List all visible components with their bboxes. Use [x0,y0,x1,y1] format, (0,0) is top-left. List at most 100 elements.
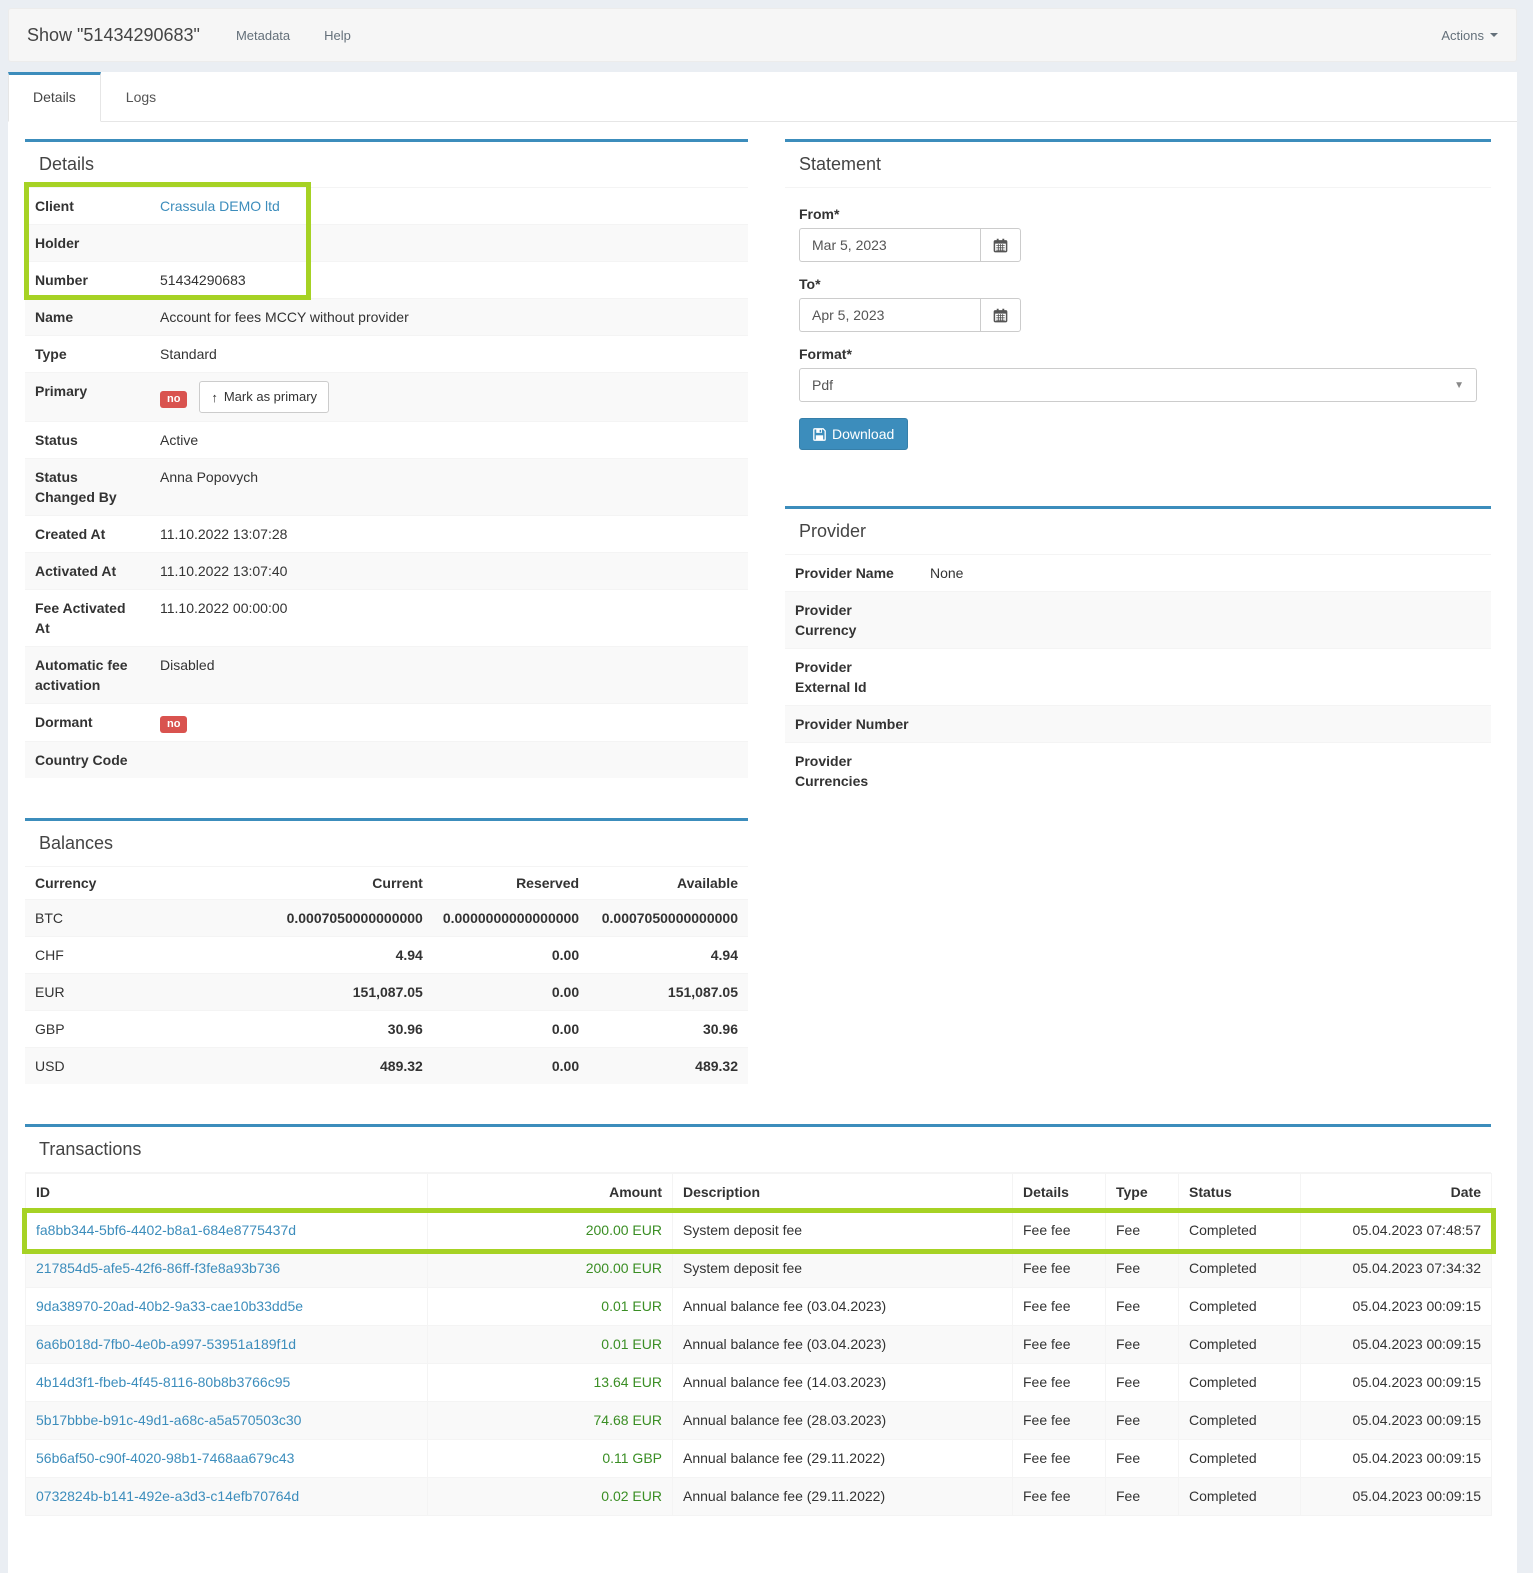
detail-label: Status Changed By [25,459,150,516]
tab-details[interactable]: Details [8,72,101,122]
transaction-status: Completed [1179,1288,1301,1326]
currency-code: EUR [25,974,206,1011]
transaction-amount: 0.02 EUR [428,1478,673,1516]
tab-logs[interactable]: Logs [101,72,181,122]
transaction-status: Completed [1179,1364,1301,1402]
transaction-status: Completed [1179,1250,1301,1288]
table-row: Provider External Id [785,649,1491,706]
detail-label: Country Code [25,742,150,779]
calendar-icon [993,308,1008,323]
column-header: Currency [25,867,206,900]
detail-label: Number [25,262,150,299]
transaction-id-link[interactable]: 56b6af50-c90f-4020-98b1-7468aa679c43 [36,1450,294,1466]
transaction-date: 05.04.2023 00:09:15 [1301,1478,1492,1516]
to-calendar-addon[interactable] [980,298,1021,332]
balance-reserved: 0.00 [433,1011,589,1048]
table-row: Created At 11.10.2022 13:07:28 [25,516,748,553]
table-row: Type Standard [25,336,748,373]
column-header: Details [1013,1174,1106,1212]
download-button[interactable]: Download [799,418,908,450]
to-date-input[interactable] [799,298,980,332]
transaction-details: Fee fee [1013,1478,1106,1516]
transaction-id-link[interactable]: 5b17bbbe-b91c-49d1-a68c-a5a570503c30 [36,1412,301,1428]
column-header: Reserved [433,867,589,900]
to-label: To* [799,276,1477,292]
details-panel-title: Details [25,142,748,188]
transaction-type: Fee [1106,1326,1179,1364]
table-row: 0732824b-b141-492e-a3d3-c14efb70764d 0.0… [26,1478,1492,1516]
calendar-icon [993,238,1008,253]
currency-code: BTC [25,900,206,937]
details-table: Client Crassula DEMO ltd Holder Number 5… [25,188,748,778]
transaction-id-link[interactable]: fa8bb344-5bf6-4402-b8a1-684e8775437d [36,1222,296,1238]
transaction-amount: 0.11 GBP [428,1440,673,1478]
table-row: 4b14d3f1-fbeb-4f45-8116-80b8b3766c95 13.… [26,1364,1492,1402]
balance-available: 151,087.05 [589,974,748,1011]
table-header-row: ID Amount Description Details Type Statu… [26,1174,1492,1212]
table-row-highlighted: fa8bb344-5bf6-4402-b8a1-684e8775437d 200… [26,1212,1492,1250]
actions-label: Actions [1441,28,1484,43]
transaction-id-link[interactable]: 0732824b-b141-492e-a3d3-c14efb70764d [36,1488,299,1504]
table-row: Activated At 11.10.2022 13:07:40 [25,553,748,590]
balance-available: 489.32 [589,1048,748,1085]
provider-label: Provider Name [785,555,920,592]
content-sheet: Details Logs Details Client Crassula DEM… [8,72,1517,1573]
transaction-amount: 13.64 EUR [428,1364,673,1402]
transaction-description: Annual balance fee (28.03.2023) [673,1402,1013,1440]
detail-value: 11.10.2022 00:00:00 [150,590,748,647]
menu-item-help[interactable]: Help [324,28,351,43]
transaction-amount: 0.01 EUR [428,1326,673,1364]
transaction-status: Completed [1179,1478,1301,1516]
detail-value [150,742,748,779]
detail-label: Fee Activated At [25,590,150,647]
from-calendar-addon[interactable] [980,228,1021,262]
provider-value: None [920,555,1491,592]
table-row: Dormant no [25,704,748,742]
column-header: Date [1301,1174,1492,1212]
provider-label: Provider Currency [785,592,920,649]
menu-item-metadata[interactable]: Metadata [236,28,290,43]
transaction-date: 05.04.2023 00:09:15 [1301,1440,1492,1478]
table-header-row: Currency Current Reserved Available [25,867,748,900]
column-header: Status [1179,1174,1301,1212]
transaction-details: Fee fee [1013,1402,1106,1440]
transaction-description: Annual balance fee (29.11.2022) [673,1478,1013,1516]
page-header: Show "51434290683" Metadata Help Actions [8,8,1517,62]
table-row: Name Account for fees MCCY without provi… [25,299,748,336]
transaction-type: Fee [1106,1212,1179,1250]
transaction-details: Fee fee [1013,1440,1106,1478]
detail-value: Standard [150,336,748,373]
table-row: Number 51434290683 [25,262,748,299]
transaction-amount: 200.00 EUR [428,1250,673,1288]
transactions-panel-title: Transactions [25,1127,1491,1173]
transaction-amount: 200.00 EUR [428,1212,673,1250]
transaction-id-link[interactable]: 6a6b018d-7fb0-4e0b-a997-53951a189f1d [36,1336,296,1352]
provider-table: Provider Name None Provider Currency Pro… [785,555,1491,799]
mark-as-primary-button[interactable]: ↑ Mark as primary [199,381,329,413]
table-row: Fee Activated At 11.10.2022 00:00:00 [25,590,748,647]
format-select[interactable]: Pdf ▼ [799,368,1477,402]
transaction-id-link[interactable]: 217854d5-afe5-42f6-86ff-f3fe8a93b736 [36,1260,280,1276]
format-selected-value: Pdf [812,377,833,393]
balances-table: Currency Current Reserved Available BTC … [25,867,748,1084]
balances-panel: Balances Currency Current Reserved Avail… [25,818,748,1084]
provider-value [920,743,1491,800]
transaction-id-link[interactable]: 4b14d3f1-fbeb-4f45-8116-80b8b3766c95 [36,1374,290,1390]
transaction-status: Completed [1179,1402,1301,1440]
transaction-id-link[interactable]: 9da38970-20ad-40b2-9a33-cae10b33dd5e [36,1298,303,1314]
transaction-details: Fee fee [1013,1288,1106,1326]
balance-current: 30.96 [206,1011,433,1048]
table-row: 217854d5-afe5-42f6-86ff-f3fe8a93b736 200… [26,1250,1492,1288]
table-row: Provider Name None [785,555,1491,592]
transaction-description: Annual balance fee (29.11.2022) [673,1440,1013,1478]
transaction-status: Completed [1179,1326,1301,1364]
from-date-input[interactable] [799,228,980,262]
tab-content: Details Client Crassula DEMO ltd Holder [8,122,1517,1573]
detail-label: Status [25,422,150,459]
table-row: Country Code [25,742,748,779]
transaction-amount: 0.01 EUR [428,1288,673,1326]
table-row: Holder [25,225,748,262]
actions-dropdown-button[interactable]: Actions [1441,28,1498,43]
client-link[interactable]: Crassula DEMO ltd [160,198,280,214]
detail-value: 11.10.2022 13:07:40 [150,553,748,590]
